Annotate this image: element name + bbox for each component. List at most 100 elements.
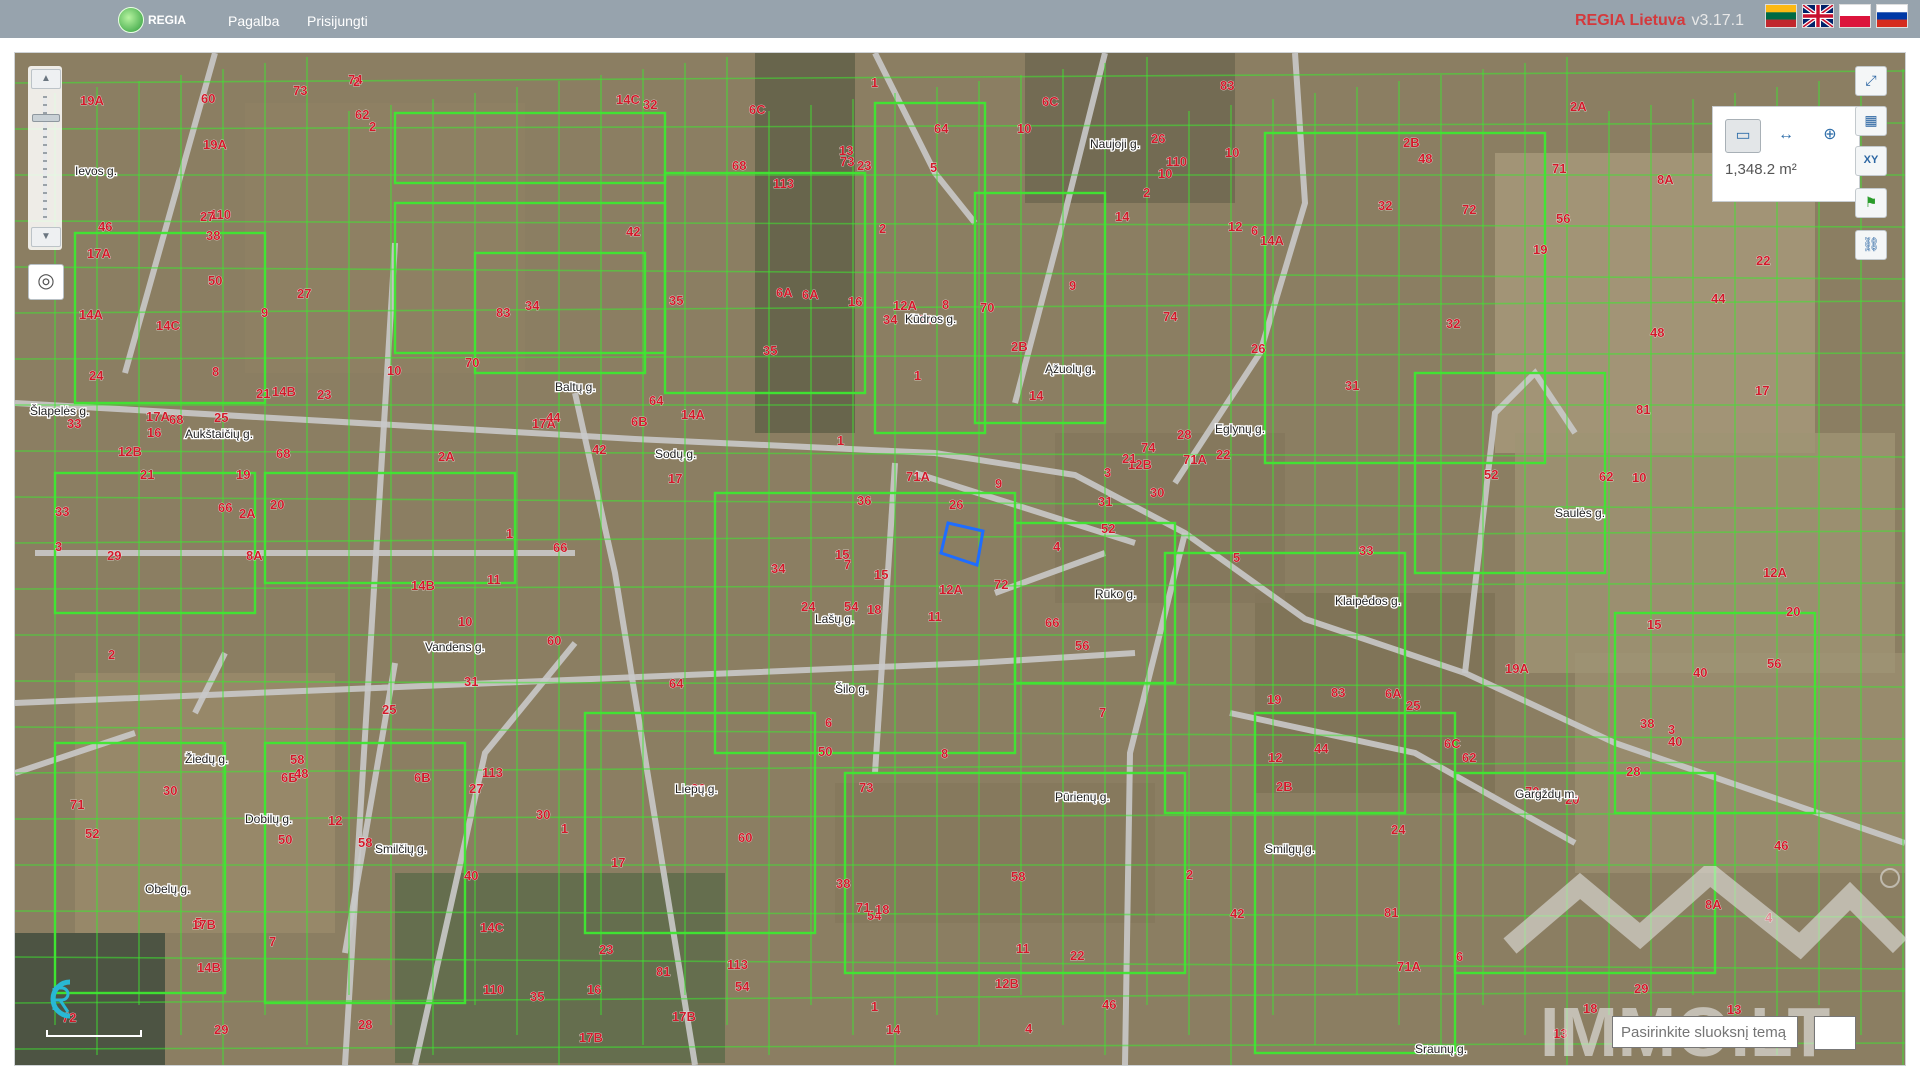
street-label: Smilgų g. — [1265, 842, 1315, 856]
parcel-number: 113 — [727, 957, 748, 972]
street-label: Žiedų g. — [185, 751, 228, 766]
parcel-number: 42 — [1230, 906, 1244, 921]
regia-logo[interactable]: REGIA — [118, 7, 186, 33]
measure-area-icon[interactable]: ▭ — [1725, 119, 1761, 153]
parcel-number: 12 — [1268, 750, 1282, 765]
parcel-number: 12A — [939, 582, 963, 597]
parcel-number: 30 — [1150, 485, 1164, 500]
parcel-number: 20 — [270, 497, 284, 512]
parcel-number: 44 — [1314, 741, 1329, 756]
menu-login[interactable]: Prisijungti — [307, 13, 368, 29]
fullscreen-icon[interactable]: ⤢ — [1855, 66, 1887, 96]
parcel-number: 4 — [1025, 1021, 1033, 1036]
parcel-number: 40 — [464, 868, 478, 883]
parcel-number: 28 — [358, 1017, 372, 1032]
parcel-number: 18 — [867, 602, 881, 617]
parcel-number: 83 — [496, 305, 510, 320]
parcel-number: 62 — [355, 107, 369, 122]
parcel-number: 74 — [1163, 309, 1178, 324]
parcel-number: 71 — [1552, 161, 1566, 176]
parcel-number: 14C — [480, 920, 504, 935]
layer-select-button[interactable] — [1814, 1016, 1856, 1050]
parcel-number: 17A — [87, 246, 111, 261]
parcel-number: 10 — [1017, 121, 1031, 136]
parcel-number: 52 — [1101, 521, 1115, 536]
locate-button[interactable]: ◎ — [28, 264, 64, 300]
parcel-number: 64 — [934, 121, 949, 136]
zoom-in-button[interactable]: ▲ — [31, 69, 61, 89]
parcel-number: 73 — [293, 83, 307, 98]
registru-centras-logo — [50, 979, 71, 1019]
parcel-number: 26 — [1251, 341, 1265, 356]
parcel-number: 62 — [1599, 469, 1613, 484]
ru-flag-icon[interactable] — [1876, 4, 1908, 28]
parcel-number: 30 — [163, 783, 177, 798]
parcel-number: 9 — [261, 305, 268, 320]
parcel-number: 6A — [776, 285, 793, 300]
measure-distance-icon[interactable]: ↔ — [1769, 119, 1803, 151]
zoom-out-button[interactable]: ▼ — [31, 227, 61, 247]
parcel-number: 31 — [464, 674, 478, 689]
parcel-number: 13 — [1727, 1002, 1741, 1017]
parcel-number: 7 — [1099, 705, 1106, 720]
parcel-number: 71A — [1397, 959, 1421, 974]
parcel-number: 6 — [825, 715, 832, 730]
field-patch — [245, 103, 525, 373]
parcel-number: 28 — [1626, 764, 1640, 779]
xy-coordinates-icon[interactable]: XY — [1855, 146, 1887, 176]
measure-icon[interactable]: ▦ — [1855, 106, 1887, 136]
pl-flag-icon[interactable] — [1839, 4, 1871, 28]
street-label: Obelų g. — [145, 882, 190, 896]
parcel-number: 14B — [272, 384, 296, 399]
parcel-number: 44 — [1711, 291, 1726, 306]
parcel-number: 25 — [1406, 698, 1420, 713]
parcel-number: 17 — [611, 855, 625, 870]
parcel-number: 66 — [218, 500, 232, 515]
parcel-number: 1 — [506, 526, 513, 541]
parcel-number: 19 — [236, 467, 250, 482]
parcel-number: 6 — [1251, 223, 1258, 238]
parcel-number: 12A — [1763, 565, 1787, 580]
parcel-number: 2A — [239, 506, 256, 521]
parcel-number: 19 — [1267, 692, 1281, 707]
measure-point-icon[interactable]: ⊕ — [1813, 119, 1847, 151]
parcel-number: 60 — [201, 91, 215, 106]
parcel-number: 8 — [212, 364, 219, 379]
en-flag-icon[interactable] — [1802, 4, 1834, 28]
parcel-number: 16 — [147, 425, 161, 440]
lt-flag-icon[interactable] — [1765, 4, 1797, 28]
parcel-number: 6C — [1444, 736, 1461, 751]
parcel-number: 68 — [169, 412, 183, 427]
parcel-number: 2B — [1011, 339, 1028, 354]
parcel-number: 10 — [1225, 145, 1239, 160]
street-label: Rūko g. — [1095, 587, 1136, 601]
parcel-number: 8A — [1657, 172, 1674, 187]
parcel-number: 6 — [1456, 949, 1463, 964]
parcel-number: 81 — [1384, 905, 1398, 920]
parcel-number: 15 — [1647, 617, 1661, 632]
parcel-number: 40 — [1668, 734, 1682, 749]
parcel-number: 71A — [1183, 452, 1207, 467]
parcel-number: 17B — [672, 1009, 696, 1024]
parcel-number: 81 — [1636, 402, 1650, 417]
parcel-number: 35 — [530, 989, 544, 1004]
flag-icon[interactable]: ⚑ — [1855, 188, 1887, 218]
menu-help[interactable]: Pagalba — [228, 13, 279, 29]
parcel-number: 73 — [840, 154, 854, 169]
zoom-slider-handle[interactable] — [32, 114, 60, 122]
parcel-number: 27 — [297, 286, 311, 301]
layer-select-input[interactable] — [1612, 1016, 1798, 1048]
parcel-number: 10 — [387, 363, 401, 378]
parcel-number: 2 — [1143, 185, 1150, 200]
parcel-number: 2 — [1186, 867, 1193, 882]
parcel-number: 21 — [1122, 451, 1136, 466]
street-label: Šlapelės g. — [30, 403, 89, 418]
parcel-number: 2A — [1570, 99, 1587, 114]
parcel-number: 23 — [599, 942, 613, 957]
parcel-number: 70 — [980, 300, 994, 315]
street-label: Saulės g. — [1555, 506, 1605, 520]
parcel-number: 8A — [246, 548, 263, 563]
map-canvas[interactable]: 11 9 7 5 3 1 10 8 6 4 2 13 20 22 24 26 28 16 14 12 14A 14B 14C… — [14, 52, 1906, 1066]
link-icon[interactable]: ⛓ — [1855, 230, 1887, 260]
cadastral-map[interactable]: 119753110864213202224262816141214A14B14C… — [15, 53, 1905, 1065]
